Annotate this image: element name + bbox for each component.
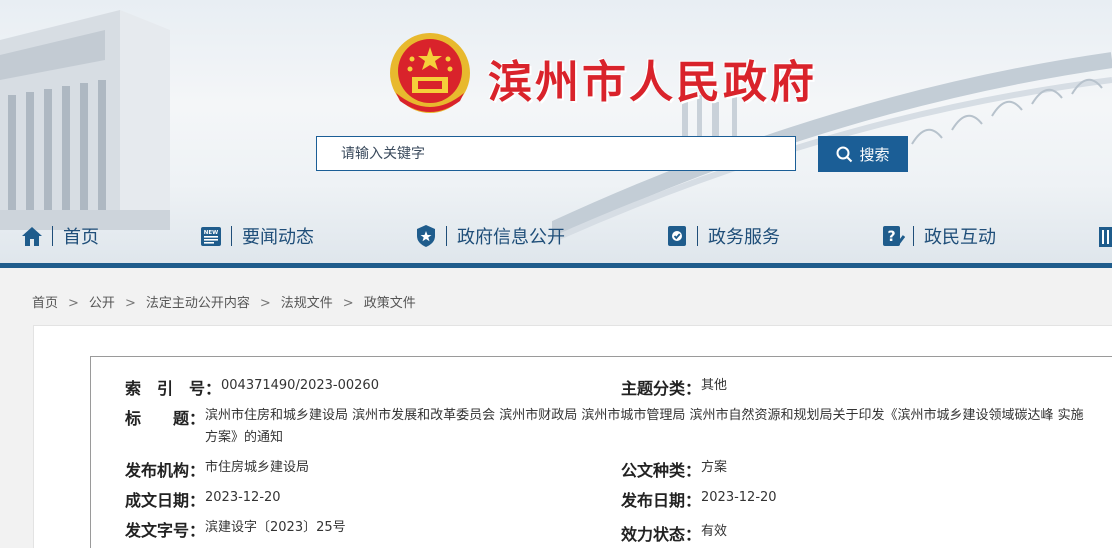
breadcrumb-item[interactable]: 法规文件 [281,292,333,311]
svg-text:NEW: NEW [204,230,218,236]
building-icon [1099,227,1112,247]
category-value: 其他 [701,378,728,393]
publisher-label: 发布机构： [125,461,206,480]
doc-no-label: 发文字号： [125,521,206,540]
index-no-value: 004371490/2023-00260 [221,378,379,393]
search-input[interactable] [317,137,795,170]
doc-type-label: 公文种类： [621,461,702,480]
search-icon [836,146,853,162]
page-header: 滨州市人民政府 搜索 首页 NEW 要闻动态 [0,0,1112,263]
meta-row-published: 发布日期： 2023-12-20 [621,487,777,511]
meta-row-created: 成文日期： 2023-12-20 [125,487,281,511]
meta-row-publisher: 发布机构： 市住房城乡建设局 [125,457,309,481]
meta-row-doc-type: 公文种类： 方案 [621,457,727,481]
breadcrumb-separator: > [259,296,271,311]
badge-icon [417,225,435,247]
breadcrumb-item[interactable]: 首页 [32,292,58,311]
title-label: 标 题： [125,409,206,428]
nav-item-info-disclosure[interactable]: 政府信息公开 [414,223,565,249]
svg-text:?: ? [887,229,895,245]
news-icon: NEW [201,227,221,246]
search-box [316,136,796,171]
created-date-value: 2023-12-20 [205,490,281,505]
national-emblem-icon [390,33,470,113]
created-date-label: 成文日期： [125,491,206,510]
main-nav: 首页 NEW 要闻动态 政府信息公开 政务服务 ? 政民互动 [0,213,1112,259]
breadcrumb-item[interactable]: 公开 [89,292,115,311]
breadcrumb-separator: > [342,296,354,311]
meta-row-index: 索 引 号： 004371490/2023-00260 [125,375,379,399]
search-button-label: 搜索 [859,145,890,164]
nav-item-label: 政府信息公开 [457,227,565,248]
nav-item-more[interactable] [1096,223,1112,249]
meta-row-category: 主题分类： 其他 [621,375,727,399]
doc-no-value: 滨建设字〔2023〕25号 [205,520,346,535]
nav-item-label: 首页 [63,227,99,248]
meta-row-status: 效力状态： 有效 [621,521,727,545]
breadcrumb-separator: > [124,296,136,311]
breadcrumb: 首页 > 公开 > 法定主动公开内容 > 法规文件 > 政策文件 [32,292,416,311]
search-button[interactable]: 搜索 [818,136,908,172]
title-value: 滨州市住房和城乡建设局 滨州市发展和改革委员会 滨州市财政局 滨州市城市管理局 … [205,408,1084,445]
published-date-label: 发布日期： [621,491,702,510]
nav-underline [0,263,1112,268]
government-building-illustration [0,10,170,230]
nav-item-services[interactable]: 政务服务 [665,223,780,249]
nav-item-label: 政务服务 [708,227,780,248]
service-icon [668,226,686,246]
status-label: 效力状态： [621,525,702,544]
meta-row-title: 标 题： 滨州市住房和城乡建设局 滨州市发展和改革委员会 滨州市财政局 滨州市城… [125,405,1100,449]
breadcrumb-separator: > [68,296,79,311]
nav-item-home[interactable]: 首页 [20,223,99,249]
breadcrumb-item[interactable]: 法定主动公开内容 [146,292,250,311]
category-label: 主题分类： [621,379,702,398]
nav-item-news[interactable]: NEW 要闻动态 [199,223,314,249]
nav-item-label: 政民互动 [924,227,996,248]
nav-item-interaction[interactable]: ? 政民互动 [881,223,996,249]
published-date-value: 2023-12-20 [701,490,777,505]
document-metadata-table: 索 引 号： 004371490/2023-00260 主题分类： 其他 标 题… [90,356,1112,548]
meta-row-doc-no: 发文字号： 滨建设字〔2023〕25号 [125,517,346,541]
site-title: 滨州市人民政府 [488,57,817,108]
index-no-label: 索 引 号： [125,379,222,398]
home-icon [22,227,42,246]
breadcrumb-item-current[interactable]: 政策文件 [364,292,416,311]
nav-item-label: 要闻动态 [242,227,314,248]
question-icon: ? [883,226,905,246]
doc-type-value: 方案 [701,460,728,475]
publisher-value: 市住房城乡建设局 [205,460,310,475]
status-value: 有效 [701,524,728,539]
